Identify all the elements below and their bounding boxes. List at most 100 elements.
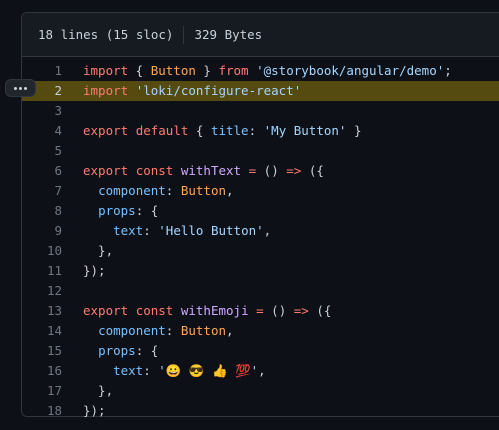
code-line[interactable]: 3 xyxy=(22,101,499,121)
line-number[interactable]: 15 xyxy=(22,341,62,361)
code-token: import xyxy=(83,63,129,78)
code-token: props xyxy=(98,203,136,218)
code-line[interactable]: 1 import { Button } from '@storybook/angu… xyxy=(22,61,499,81)
line-content: export default { title: 'My Button' } xyxy=(83,121,362,141)
code-line[interactable]: 10 }, xyxy=(22,241,499,261)
code-token: from xyxy=(218,63,249,78)
file-size-info: 329 Bytes xyxy=(194,27,263,42)
code-line[interactable]: 11}); xyxy=(22,261,499,281)
code-token: import xyxy=(83,83,129,98)
code-token: component xyxy=(98,323,166,338)
code-line[interactable]: 16 text: '😀 😎 👍 💯', xyxy=(22,361,499,381)
line-number[interactable]: 4 xyxy=(22,121,62,141)
line-content: export const withEmoji = () => ({ xyxy=(83,301,331,321)
file-viewer: 18 lines (15 sloc) 329 Bytes 1 import { B… xyxy=(21,12,499,418)
line-content: }); xyxy=(83,261,106,281)
code-token: export xyxy=(83,163,129,178)
line-number[interactable]: 11 xyxy=(22,261,62,281)
code-line[interactable]: 15 props: { xyxy=(22,341,499,361)
code-token: const xyxy=(135,303,174,318)
code-token: props xyxy=(98,343,136,358)
line-content: import 'loki/configure-react' xyxy=(83,81,301,101)
code-token: : xyxy=(143,223,159,238)
line-number[interactable]: 8 xyxy=(22,201,62,221)
code-token: text xyxy=(113,363,144,378)
line-number[interactable]: 13 xyxy=(22,301,62,321)
code-token: component xyxy=(98,183,166,198)
code-token: => xyxy=(293,303,309,318)
line-number[interactable]: 5 xyxy=(22,141,62,161)
code-token: ({ xyxy=(308,303,332,318)
header-divider xyxy=(183,25,185,44)
code-token: , xyxy=(263,223,272,238)
code-token: : xyxy=(143,363,159,378)
code-line[interactable]: 7 component: Button, xyxy=(22,181,499,201)
code-token: export xyxy=(83,123,129,138)
code-token: : { xyxy=(135,203,159,218)
line-number[interactable]: 17 xyxy=(22,381,62,401)
code-token: export xyxy=(83,303,129,318)
line-content: export const withText = () => ({ xyxy=(83,161,324,181)
line-content: component: Button, xyxy=(83,321,233,341)
line-content: }); xyxy=(83,401,106,421)
code-line[interactable]: 9 text: 'Hello Button', xyxy=(22,221,499,241)
line-number[interactable]: 7 xyxy=(22,181,62,201)
code-token: title xyxy=(210,123,249,138)
code-line[interactable]: 4 export default { title: 'My Button' } xyxy=(22,121,499,141)
code-line[interactable]: 6 export const withText = () => ({ xyxy=(22,161,499,181)
line-number[interactable]: 10 xyxy=(22,241,62,261)
code-token: = xyxy=(256,303,264,318)
line-number[interactable]: 18 xyxy=(22,401,62,421)
code-token: const xyxy=(135,163,174,178)
code-line[interactable]: 18}); xyxy=(22,401,499,421)
code-line[interactable]: 5 xyxy=(22,141,499,161)
line-count-info: 18 lines (15 sloc) xyxy=(38,27,174,42)
code-line[interactable]: 8 props: { xyxy=(22,201,499,221)
code-line[interactable]: 17 }, xyxy=(22,381,499,401)
code-token: }, xyxy=(83,243,114,258)
ellipsis-icon xyxy=(19,86,22,90)
code-token: Button xyxy=(180,183,227,198)
code-token: '@storybook/angular/demo' xyxy=(256,63,445,78)
code-token: 'loki/configure-react' xyxy=(135,83,302,98)
line-number[interactable]: 3 xyxy=(22,101,62,121)
code-line[interactable]: 12 xyxy=(22,281,499,301)
line-options-button[interactable] xyxy=(5,79,36,97)
line-content: component: Button, xyxy=(83,181,233,201)
code-token: }, xyxy=(83,383,114,398)
code-token: { xyxy=(128,63,151,78)
code-line[interactable]: 14 component: Button, xyxy=(22,321,499,341)
code-line[interactable]: 13 export const withEmoji = () => ({ xyxy=(22,301,499,321)
code-token: : { xyxy=(135,343,159,358)
code-token: : xyxy=(165,183,181,198)
code-token: () xyxy=(263,303,294,318)
code-token: }); xyxy=(83,403,106,418)
code-token: 'My Button' xyxy=(263,123,347,138)
line-content: props: { xyxy=(83,201,158,221)
line-content: }, xyxy=(83,381,113,401)
line-content: text: 'Hello Button', xyxy=(83,221,271,241)
code-token: () xyxy=(256,163,287,178)
line-content: props: { xyxy=(83,341,158,361)
file-header: 18 lines (15 sloc) 329 Bytes xyxy=(22,13,499,57)
line-number[interactable]: 12 xyxy=(22,281,62,301)
line-number[interactable]: 16 xyxy=(22,361,62,381)
code-token: ; xyxy=(444,63,452,78)
code-line[interactable]: 2 import 'loki/configure-react' xyxy=(22,81,499,101)
code-token: Button xyxy=(180,323,227,338)
line-number[interactable]: 9 xyxy=(22,221,62,241)
line-number[interactable]: 6 xyxy=(22,161,62,181)
line-number[interactable]: 1 xyxy=(22,61,62,81)
line-number[interactable]: 14 xyxy=(22,321,62,341)
code-token: }); xyxy=(83,263,106,278)
code-token: { xyxy=(188,123,211,138)
code-token: : xyxy=(248,123,264,138)
